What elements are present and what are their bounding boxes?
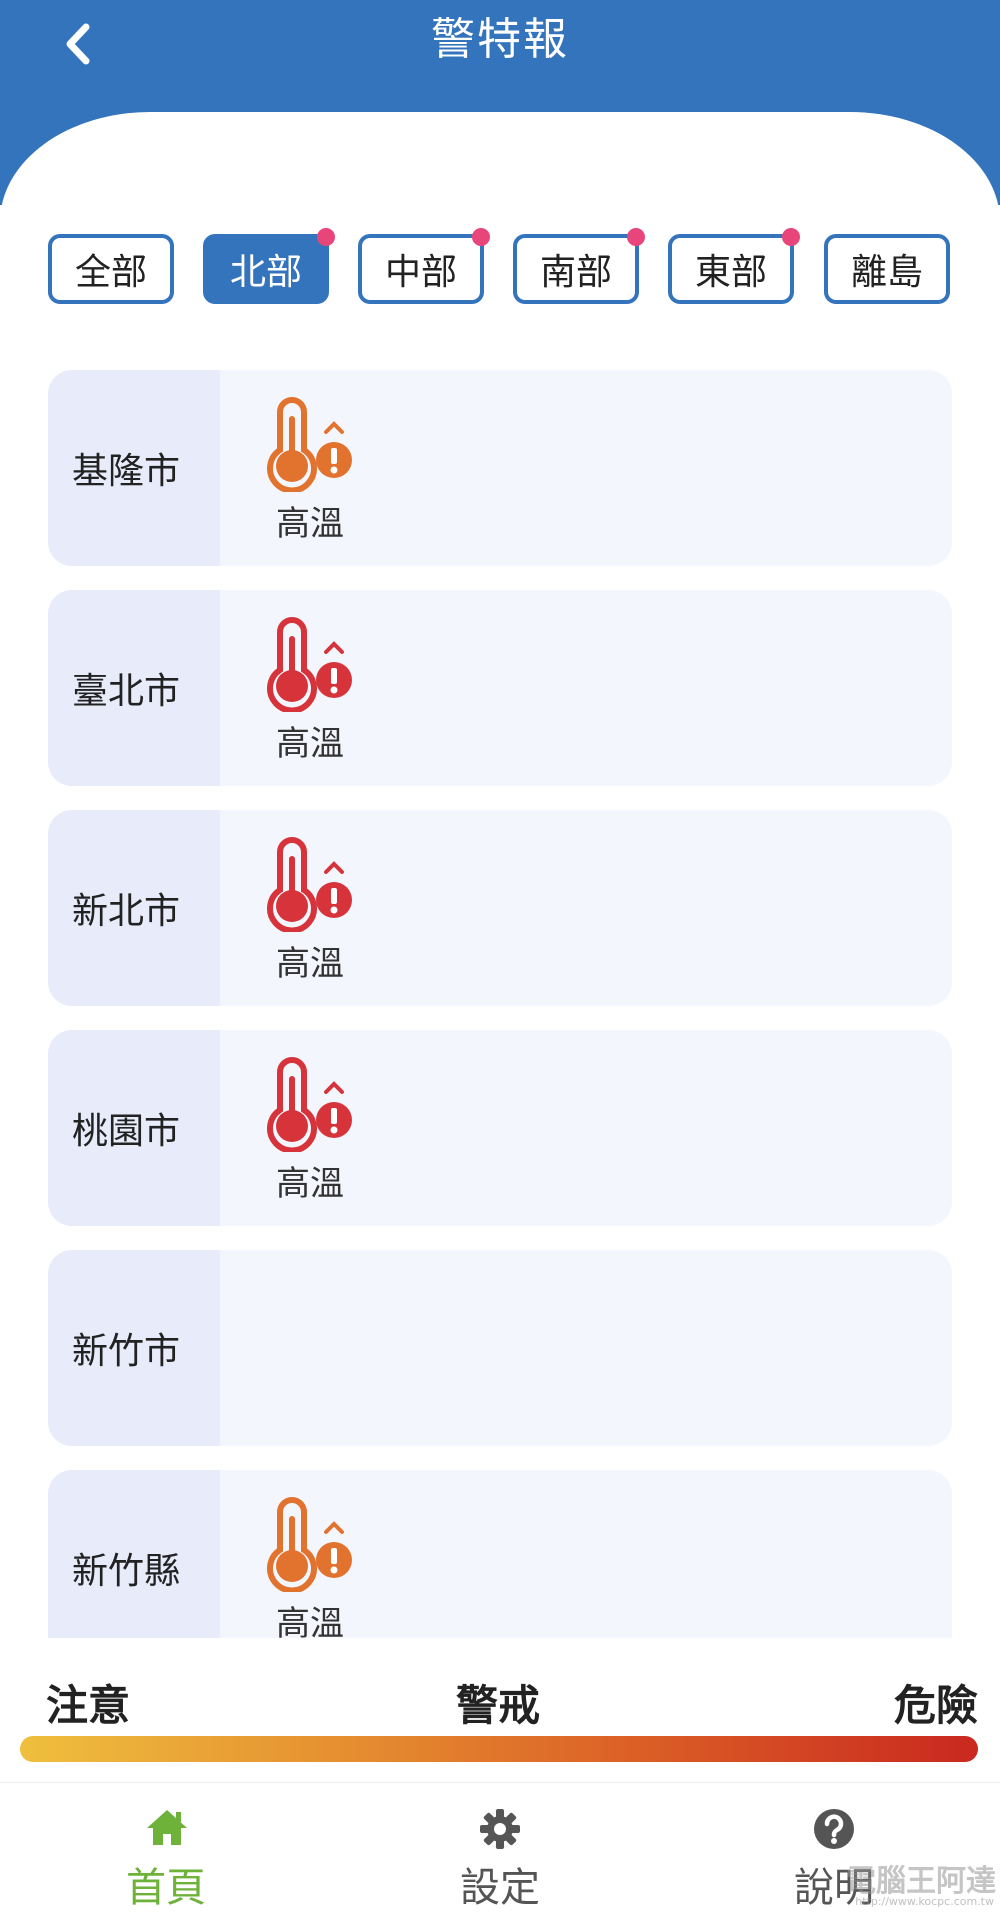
help-icon	[814, 1809, 854, 1849]
tab-label: 中部	[384, 252, 457, 293]
county-alerts: 高溫	[220, 370, 952, 566]
county-name: 新北市	[48, 810, 220, 1006]
nav-label: 設定	[460, 1865, 540, 1911]
tab-north[interactable]: 北部	[203, 228, 335, 304]
region-tabs: 全部 北部 中部 南部 東部 離島	[48, 228, 952, 310]
alert-label: 高溫	[276, 944, 344, 984]
nav-label: 首頁	[126, 1865, 206, 1911]
tab-south[interactable]: 南部	[513, 228, 645, 304]
county-alerts: 高溫	[220, 590, 952, 786]
legend-high-label: 危險	[893, 1681, 978, 1730]
alert-high-temperature[interactable]: 高溫	[260, 1052, 360, 1204]
alert-label: 高溫	[276, 504, 344, 544]
thermometer-icon	[267, 1497, 352, 1592]
county-name: 基隆市	[48, 370, 220, 566]
county-row-hsinchu-city[interactable]: 新竹市	[48, 1250, 952, 1446]
alert-high-temperature[interactable]: 高溫	[260, 392, 360, 544]
county-row-hsinchu-county[interactable]: 新竹縣 高溫	[48, 1470, 952, 1638]
alert-badge	[317, 228, 335, 246]
alert-high-temperature[interactable]: 高溫	[260, 612, 360, 764]
nav-home[interactable]: 首頁	[66, 1783, 266, 1915]
thermometer-icon	[267, 1057, 352, 1152]
legend-low-label: 注意	[46, 1681, 131, 1730]
county-alerts: 高溫	[220, 810, 952, 1006]
alert-badge	[782, 228, 800, 246]
severity-legend: 注意 警戒 危險	[20, 1660, 980, 1770]
tab-label: 南部	[539, 252, 612, 293]
tab-label: 離島	[850, 252, 923, 293]
county-list[interactable]: 基隆市 高溫 臺北市 高溫 新北市 高溫 桃園市 高溫 新竹市 新竹縣 高溫	[48, 370, 952, 1638]
thermometer-icon	[267, 397, 352, 492]
county-alerts	[220, 1250, 952, 1446]
alert-high-temperature[interactable]: 高溫	[260, 1492, 360, 1638]
tab-islands[interactable]: 離島	[824, 234, 950, 304]
tab-label: 北部	[229, 252, 302, 293]
page-title: 警特報	[431, 14, 569, 65]
watermark-url: http://www.kocpc.com.tw	[855, 1895, 994, 1908]
thermometer-icon	[267, 617, 352, 712]
tab-label: 全部	[74, 252, 147, 293]
county-row-new-taipei[interactable]: 新北市 高溫	[48, 810, 952, 1006]
county-row-taipei[interactable]: 臺北市 高溫	[48, 590, 952, 786]
county-name: 新竹市	[48, 1250, 220, 1446]
county-row-taoyuan[interactable]: 桃園市 高溫	[48, 1030, 952, 1226]
alert-badge	[627, 228, 645, 246]
county-name: 新竹縣	[48, 1470, 220, 1638]
tab-central[interactable]: 中部	[358, 228, 490, 304]
county-alerts: 高溫	[220, 1470, 952, 1638]
legend-mid-label: 警戒	[456, 1681, 541, 1730]
county-alerts: 高溫	[220, 1030, 952, 1226]
home-icon	[147, 1810, 187, 1845]
gear-icon	[480, 1809, 520, 1849]
alert-high-temperature[interactable]: 高溫	[260, 832, 360, 984]
tab-east[interactable]: 東部	[668, 228, 800, 304]
tab-label: 東部	[694, 252, 767, 293]
nav-settings[interactable]: 設定	[400, 1783, 600, 1915]
county-name: 桃園市	[48, 1030, 220, 1226]
alert-badge	[472, 228, 490, 246]
county-name: 臺北市	[48, 590, 220, 786]
warning-page: 警特報 全部 北部 中部 南部 東部 離島 基隆市 高溫 臺北市 高溫 新北市 …	[0, 0, 1000, 1915]
alert-label: 高溫	[276, 724, 344, 764]
alert-label: 高溫	[276, 1164, 344, 1204]
tab-all[interactable]: 全部	[48, 234, 174, 304]
county-row-keelung[interactable]: 基隆市 高溫	[48, 370, 952, 566]
alert-label: 高溫	[276, 1604, 344, 1638]
severity-gradient-bar	[20, 1736, 978, 1762]
thermometer-icon	[267, 837, 352, 932]
